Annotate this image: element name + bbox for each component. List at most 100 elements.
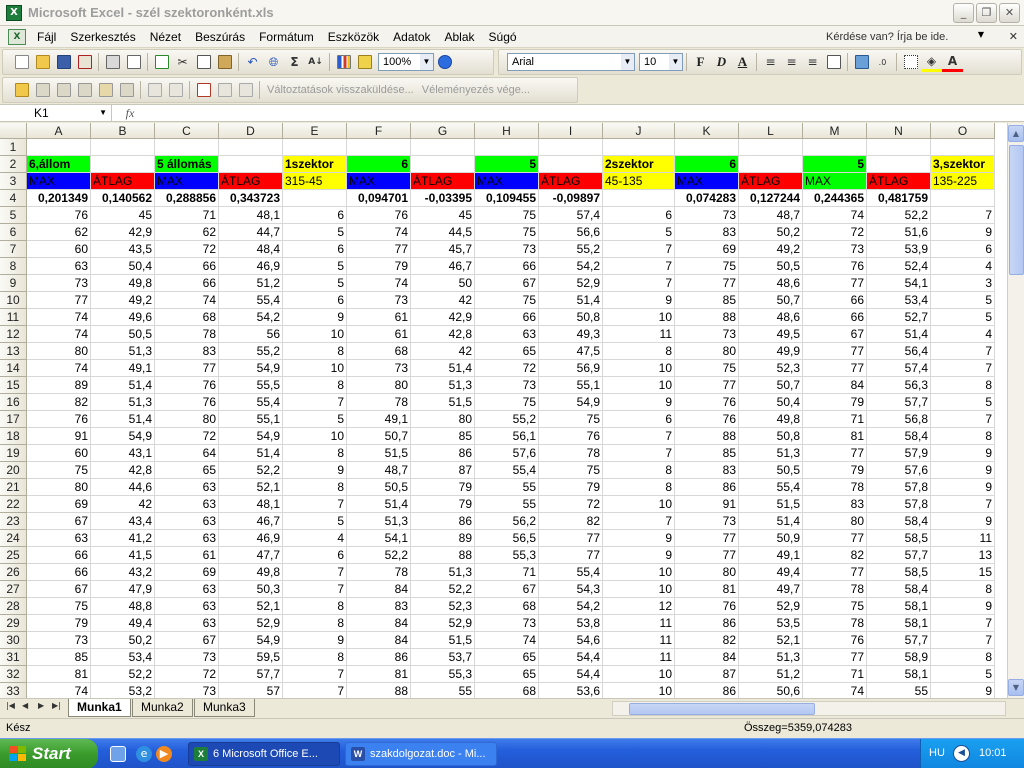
table-cell[interactable]: 76 <box>539 428 603 445</box>
table-cell[interactable] <box>411 156 475 173</box>
row-header[interactable]: 5 <box>0 207 27 224</box>
table-cell[interactable]: 50,7 <box>739 377 803 394</box>
table-cell[interactable]: 46,9 <box>219 530 283 547</box>
table-cell[interactable]: 8 <box>283 649 347 666</box>
table-cell[interactable]: ÁTLAG <box>739 173 803 190</box>
table-cell[interactable]: 71 <box>803 411 867 428</box>
table-cell[interactable]: 5 <box>931 292 995 309</box>
column-header[interactable]: E <box>283 123 347 139</box>
column-header[interactable]: O <box>931 123 995 139</box>
table-cell[interactable]: 73 <box>675 326 739 343</box>
table-cell[interactable] <box>219 156 283 173</box>
table-cell[interactable]: 75 <box>539 411 603 428</box>
table-cell[interactable]: 76 <box>803 632 867 649</box>
table-cell[interactable]: MAX <box>155 173 219 190</box>
workbook-icon[interactable]: X <box>8 28 26 45</box>
start-button[interactable]: Start <box>0 739 98 768</box>
table-cell[interactable]: 78 <box>803 479 867 496</box>
table-cell[interactable]: 54,9 <box>219 632 283 649</box>
table-cell[interactable]: 135-225 <box>931 173 995 190</box>
table-cell[interactable]: 67 <box>155 632 219 649</box>
table-cell[interactable]: 58,1 <box>867 666 931 683</box>
table-cell[interactable]: 75 <box>475 207 539 224</box>
table-cell[interactable]: 7 <box>931 411 995 428</box>
table-cell[interactable]: 79 <box>347 258 411 275</box>
table-cell[interactable]: 79 <box>411 496 475 513</box>
drawing-button[interactable] <box>354 52 375 72</box>
table-cell[interactable]: 84 <box>675 649 739 666</box>
table-cell[interactable]: 54,9 <box>219 428 283 445</box>
row-header[interactable]: 22 <box>0 496 27 513</box>
table-cell[interactable]: 66 <box>475 309 539 326</box>
table-cell[interactable]: 49,4 <box>739 564 803 581</box>
table-cell[interactable]: 0,140562 <box>91 190 155 207</box>
table-cell[interactable]: 6 <box>283 292 347 309</box>
table-cell[interactable] <box>91 156 155 173</box>
table-cell[interactable]: 67 <box>803 326 867 343</box>
table-cell[interactable]: 78 <box>347 394 411 411</box>
table-cell[interactable]: 54,4 <box>539 666 603 683</box>
table-cell[interactable]: 73 <box>803 241 867 258</box>
table-cell[interactable]: 10 <box>283 428 347 445</box>
show-desktop-icon[interactable] <box>110 746 126 762</box>
menu-format[interactable]: Formátum <box>252 27 321 47</box>
table-cell[interactable]: 52,2 <box>411 581 475 598</box>
table-cell[interactable]: 6 <box>347 156 411 173</box>
table-cell[interactable]: 77 <box>803 445 867 462</box>
table-cell[interactable]: 65 <box>475 343 539 360</box>
table-cell[interactable]: 63 <box>155 513 219 530</box>
table-cell[interactable]: 0,127244 <box>739 190 803 207</box>
new-file-button[interactable] <box>11 52 32 72</box>
table-cell[interactable]: 10 <box>603 683 675 698</box>
table-cell[interactable]: 78 <box>803 581 867 598</box>
table-cell[interactable]: 8 <box>603 343 675 360</box>
row-header[interactable]: 13 <box>0 343 27 360</box>
table-cell[interactable] <box>867 139 931 156</box>
zoom-select[interactable]: 100% ▼ <box>378 53 434 71</box>
table-cell[interactable]: 89 <box>27 377 91 394</box>
table-cell[interactable]: 71 <box>155 207 219 224</box>
table-cell[interactable]: 85 <box>675 292 739 309</box>
column-header[interactable]: G <box>411 123 475 139</box>
column-header[interactable]: C <box>155 123 219 139</box>
table-cell[interactable]: 51,4 <box>867 326 931 343</box>
table-cell[interactable]: 5 <box>283 258 347 275</box>
row-header[interactable]: 11 <box>0 309 27 326</box>
table-cell[interactable] <box>867 156 931 173</box>
table-cell[interactable]: 63 <box>155 496 219 513</box>
spreadsheet-grid[interactable]: ABCDEFGHIJKLMNO 1 2 6,állom 5 állomás 1szekt… <box>0 123 1024 698</box>
table-cell[interactable]: 55 <box>867 683 931 698</box>
table-cell[interactable]: 51,3 <box>347 513 411 530</box>
table-cell[interactable]: 57,7 <box>867 632 931 649</box>
table-cell[interactable]: 87 <box>411 462 475 479</box>
table-cell[interactable]: 11 <box>603 632 675 649</box>
table-cell[interactable]: 55,3 <box>411 666 475 683</box>
table-cell[interactable]: 68 <box>347 343 411 360</box>
table-cell[interactable]: 82 <box>27 394 91 411</box>
table-cell[interactable]: 58,4 <box>867 513 931 530</box>
table-cell[interactable] <box>475 139 539 156</box>
row-header[interactable]: 32 <box>0 666 27 683</box>
table-cell[interactable]: 84 <box>347 632 411 649</box>
table-cell[interactable]: 45,7 <box>411 241 475 258</box>
table-cell[interactable]: 73 <box>27 632 91 649</box>
table-cell[interactable]: 54,2 <box>219 309 283 326</box>
table-cell[interactable]: 66 <box>27 547 91 564</box>
table-cell[interactable]: 73 <box>675 513 739 530</box>
table-cell[interactable]: 8 <box>283 479 347 496</box>
table-cell[interactable]: 71 <box>803 666 867 683</box>
sort-button[interactable]: A↓ <box>305 52 326 72</box>
table-cell[interactable]: 7 <box>603 241 675 258</box>
spelling-button[interactable] <box>151 52 172 72</box>
table-cell[interactable] <box>347 139 411 156</box>
table-cell[interactable]: 84 <box>347 615 411 632</box>
table-cell[interactable]: 42 <box>91 496 155 513</box>
row-header[interactable]: 21 <box>0 479 27 496</box>
table-cell[interactable]: 76 <box>803 258 867 275</box>
table-cell[interactable]: 49,1 <box>347 411 411 428</box>
table-cell[interactable]: 57,6 <box>475 445 539 462</box>
table-cell[interactable]: 43,2 <box>91 564 155 581</box>
scroll-down-button[interactable]: ▼ <box>1008 679 1024 696</box>
table-cell[interactable]: 51,4 <box>91 411 155 428</box>
table-cell[interactable]: 3 <box>931 275 995 292</box>
